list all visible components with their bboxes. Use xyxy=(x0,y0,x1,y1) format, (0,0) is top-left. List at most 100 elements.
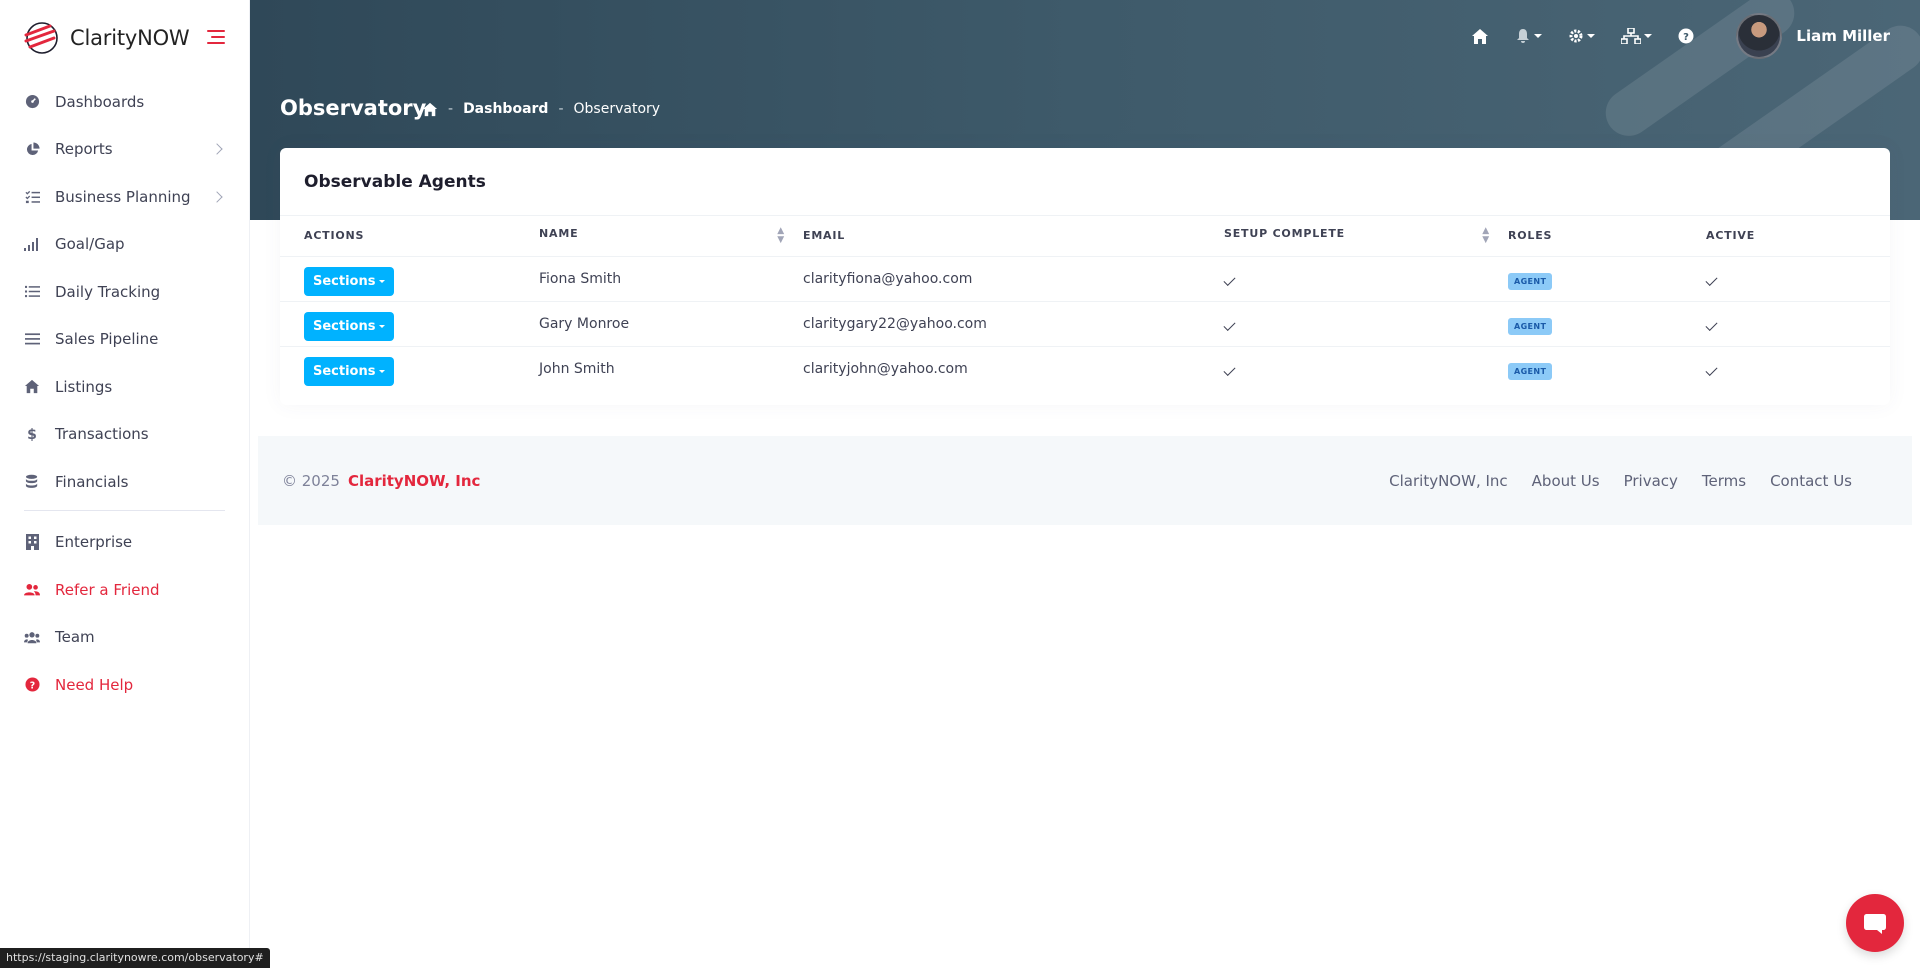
svg-text:$: $ xyxy=(27,427,37,442)
sections-dropdown-button[interactable]: Sections xyxy=(304,312,395,341)
roles-cell: AGENT xyxy=(1508,256,1706,302)
user-friends-icon xyxy=(24,582,40,598)
observable-agents-card: Observable Agents ACTIONS NAME ▲ ▼ EMAIL S… xyxy=(280,148,1890,405)
sections-dropdown-button[interactable]: Sections xyxy=(304,357,395,387)
column-header-roles: ROLES xyxy=(1508,216,1706,257)
column-header-setup-complete[interactable]: SETUP COMPLETE ▲ ▼ xyxy=(1224,216,1508,257)
sidebar-item-refer-a-friend[interactable]: Refer a Friend xyxy=(0,566,249,614)
sidebar-item-label: Transactions xyxy=(55,425,149,444)
sidebar-item-enterprise[interactable]: Enterprise xyxy=(0,519,249,567)
sidebar-item-listings[interactable]: Listings xyxy=(0,363,249,411)
actions-cell: Sections xyxy=(280,301,539,347)
check-icon xyxy=(1223,318,1236,331)
breadcrumb-separator: - xyxy=(448,101,454,117)
table-row: Sections Gary Monroe claritygary22@yahoo.c… xyxy=(280,301,1890,347)
sidebar-item-business-planning[interactable]: Business Planning xyxy=(0,173,249,221)
home-icon[interactable] xyxy=(422,102,438,117)
home-button[interactable] xyxy=(1471,28,1489,45)
signal-bars-icon xyxy=(24,236,40,252)
brand[interactable]: ClarityNOW xyxy=(0,0,249,76)
list-icon xyxy=(24,284,40,300)
column-header-name[interactable]: NAME ▲ ▼ xyxy=(539,216,803,257)
sidebar-item-need-help[interactable]: ? Need Help xyxy=(0,661,249,709)
footer: © 2025 ClarityNOW, Inc ClarityNOW, Inc Ab… xyxy=(258,436,1912,525)
table-row: Sections Fiona Smith clarityfiona@yahoo.co… xyxy=(280,256,1890,302)
sidebar-item-label: Need Help xyxy=(55,675,134,694)
footer-link-contact-us[interactable]: Contact Us xyxy=(1770,472,1852,490)
actions-cell: Sections xyxy=(280,346,539,391)
footer-link-about-us[interactable]: About Us xyxy=(1532,472,1600,490)
column-header-active: ACTIVE xyxy=(1706,216,1890,257)
sidebar-item-daily-tracking[interactable]: Daily Tracking xyxy=(0,268,249,316)
column-header-email: EMAIL xyxy=(803,216,1224,257)
claritynow-logo-icon xyxy=(22,20,66,56)
check-icon xyxy=(1223,363,1236,376)
actions-cell: Sections xyxy=(280,256,539,302)
chevron-down-icon xyxy=(379,280,386,283)
role-badge: AGENT xyxy=(1508,318,1553,335)
sidebar-nav-secondary: Enterprise Refer a Friend Team? Need Help xyxy=(0,519,249,709)
sidebar-item-label: Refer a Friend xyxy=(55,580,160,599)
home-icon xyxy=(24,379,40,395)
table-header-row: ACTIONS NAME ▲ ▼ EMAIL SETUP COMPLETE ▲ ▼ RO… xyxy=(280,216,1890,257)
sidebar-item-reports[interactable]: Reports xyxy=(0,126,249,174)
table-row: Sections John Smith clarityjohn@yahoo.com A… xyxy=(280,346,1890,391)
setup-complete-cell xyxy=(1223,346,1508,391)
sidebar-toggle-icon[interactable] xyxy=(207,30,225,46)
sidebar-item-label: Sales Pipeline xyxy=(55,330,159,349)
svg-text:?: ? xyxy=(29,681,34,692)
avatar[interactable] xyxy=(1736,13,1783,59)
user-name[interactable]: Liam Miller xyxy=(1796,27,1890,45)
sidebar: ClarityNOW Dashboards Reports Business Pla… xyxy=(0,0,250,968)
footer-link-privacy[interactable]: Privacy xyxy=(1624,472,1678,490)
role-badge: AGENT xyxy=(1508,363,1553,381)
notifications-button[interactable] xyxy=(1515,28,1543,44)
help-button[interactable]: ? xyxy=(1678,28,1694,44)
sections-dropdown-button[interactable]: Sections xyxy=(304,267,395,296)
sidebar-item-dashboards[interactable]: Dashboards xyxy=(0,78,249,126)
footer-link-terms[interactable]: Terms xyxy=(1702,472,1746,490)
sidebar-item-goal-gap[interactable]: Goal/Gap xyxy=(0,221,249,269)
breadcrumb-dashboard-link[interactable]: Dashboard xyxy=(463,101,548,117)
roles-cell: AGENT xyxy=(1508,301,1706,347)
status-url: https://staging.claritynowre.com/observa… xyxy=(0,948,270,968)
sitemap-button[interactable] xyxy=(1621,28,1653,44)
role-badge: AGENT xyxy=(1508,273,1553,290)
footer-link-claritynow-inc[interactable]: ClarityNOW, Inc xyxy=(1389,472,1508,490)
name-cell: John Smith xyxy=(539,360,615,377)
check-icon xyxy=(1705,318,1718,331)
chat-bubble-icon xyxy=(1864,914,1886,934)
building-icon xyxy=(24,534,40,551)
sidebar-item-label: Listings xyxy=(55,377,113,396)
chevron-down-icon xyxy=(379,325,386,328)
gauge-icon xyxy=(24,94,40,110)
breadcrumb-separator: - xyxy=(558,101,564,117)
sort-icon[interactable]: ▲ ▼ xyxy=(777,226,785,245)
home-icon xyxy=(1472,28,1489,44)
sidebar-divider xyxy=(24,509,225,511)
sidebar-item-label: Team xyxy=(55,628,95,647)
sidebar-item-transactions[interactable]: $ Transactions xyxy=(0,411,249,459)
chevron-right-icon xyxy=(211,143,223,155)
coins-icon xyxy=(24,474,40,490)
question-circle-icon: ? xyxy=(24,677,40,693)
sidebar-item-sales-pipeline[interactable]: Sales Pipeline xyxy=(0,316,249,364)
sort-icon[interactable]: ▲ ▼ xyxy=(1482,226,1490,245)
active-cell xyxy=(1705,346,1890,391)
agents-table: ACTIONS NAME ▲ ▼ EMAIL SETUP COMPLETE ▲ ▼ RO… xyxy=(280,216,1890,391)
check-icon xyxy=(1705,363,1718,376)
settings-button[interactable] xyxy=(1568,28,1596,44)
sidebar-item-team[interactable]: Team xyxy=(0,614,249,662)
lines-icon xyxy=(24,331,40,347)
chevron-down-icon xyxy=(1587,34,1596,38)
bell-icon xyxy=(1517,29,1530,43)
sidebar-item-label: Financials xyxy=(55,472,129,491)
check-icon xyxy=(1705,273,1718,286)
footer-company-link[interactable]: ClarityNOW, Inc xyxy=(348,472,480,490)
name-cell: Fiona Smith xyxy=(539,256,803,302)
chat-button[interactable] xyxy=(1846,894,1904,952)
sections-button-label: Sections xyxy=(313,319,376,334)
column-header-actions: ACTIONS xyxy=(280,216,539,257)
sidebar-item-financials[interactable]: Financials xyxy=(0,458,249,506)
active-cell xyxy=(1705,256,1890,302)
